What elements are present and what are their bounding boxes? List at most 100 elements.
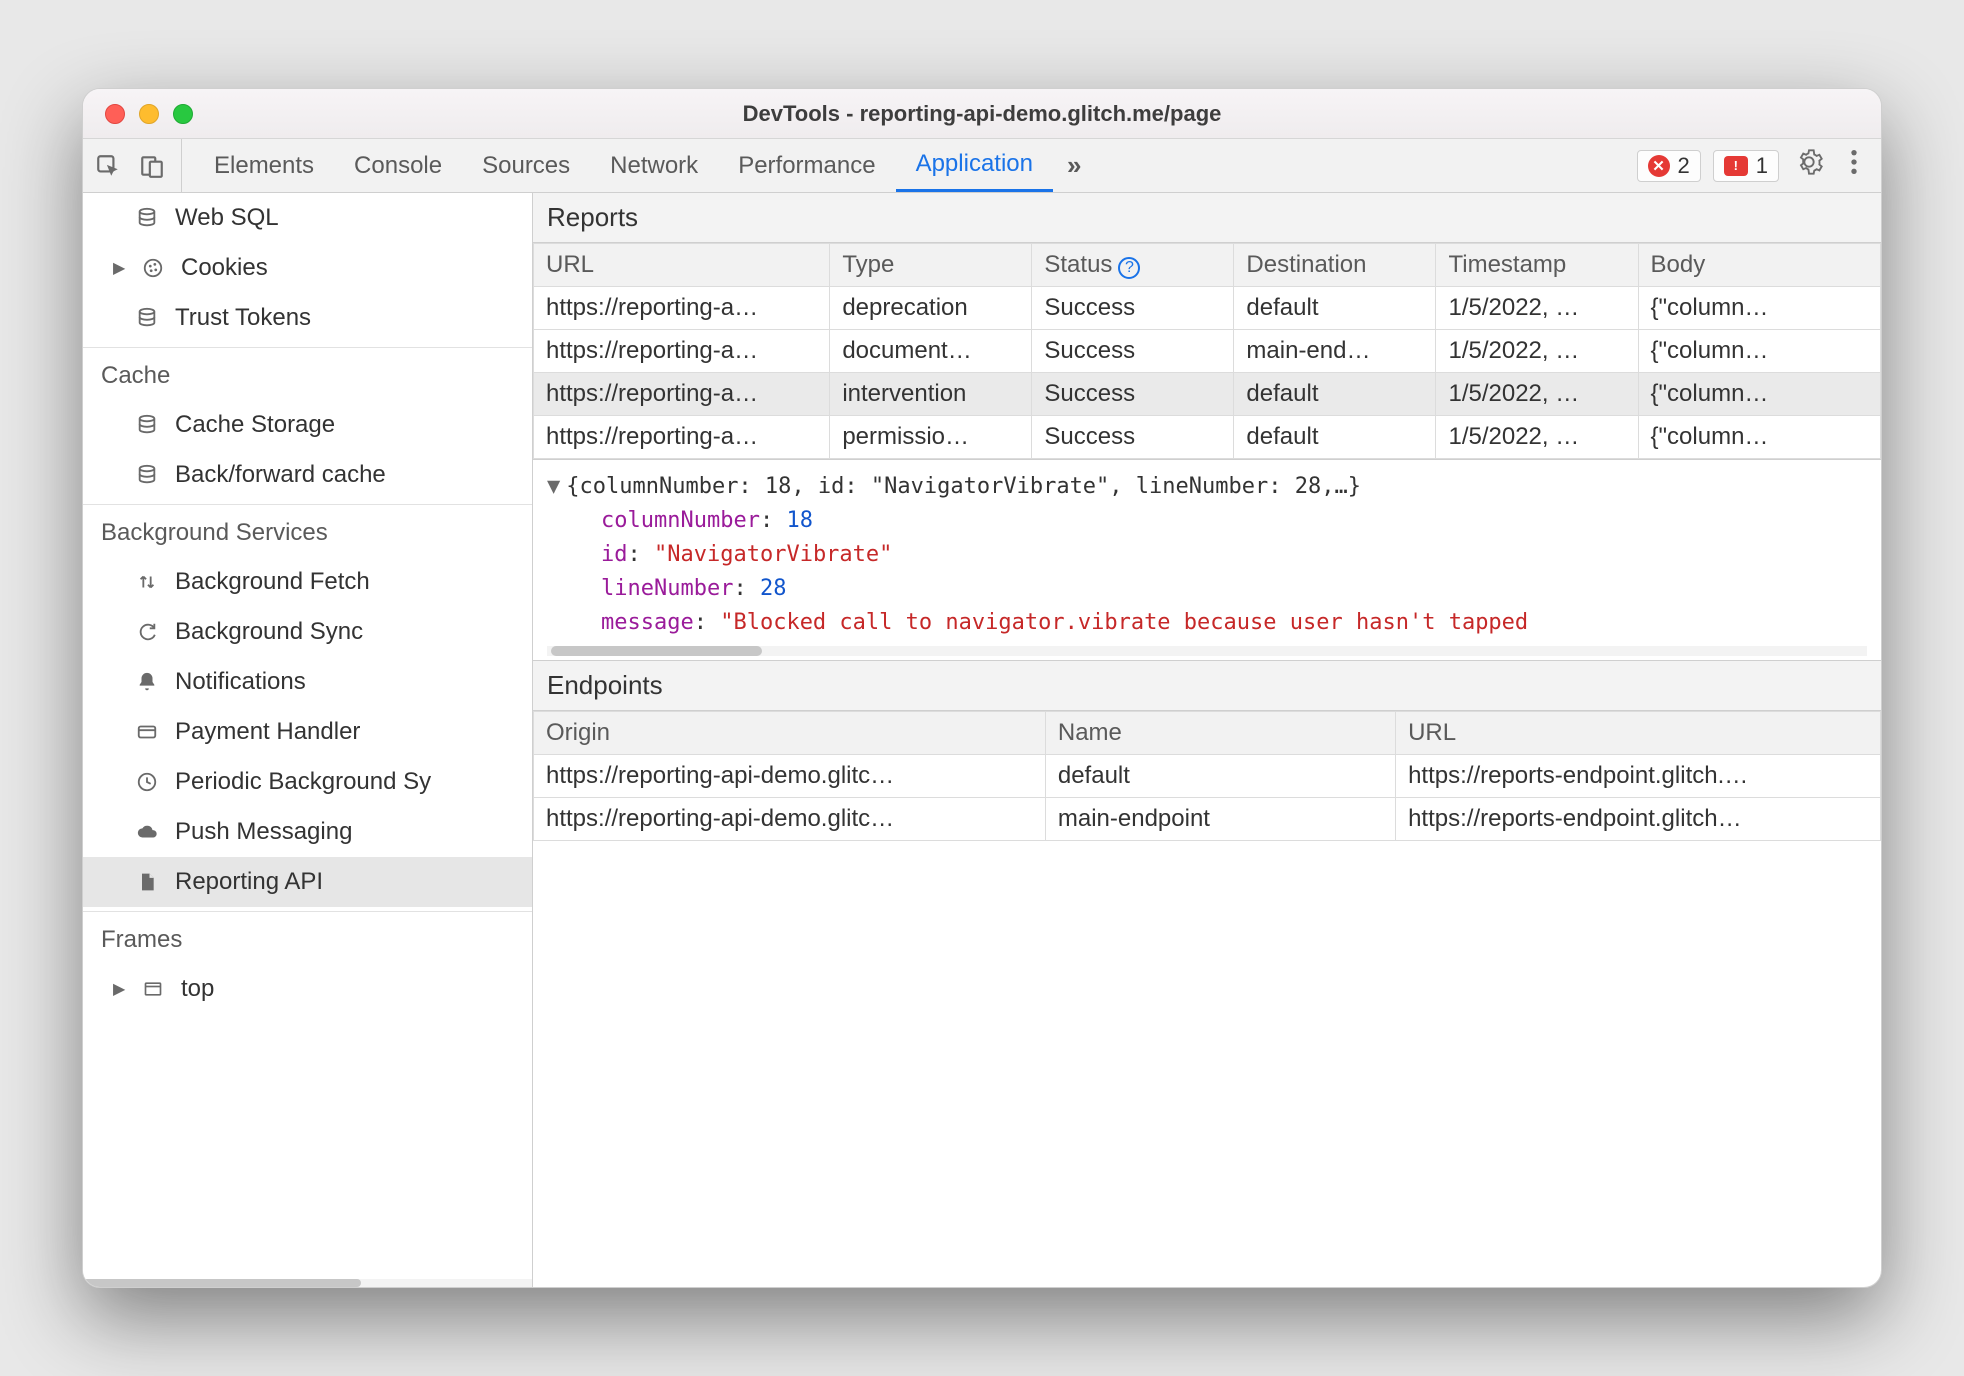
table-cell: https://reports-endpoint.glitch… — [1396, 798, 1881, 841]
table-cell: https://reporting-a… — [534, 373, 830, 416]
sidebar-item-bg-sync[interactable]: Background Sync — [83, 607, 532, 657]
issue-counter[interactable]: ! 1 — [1713, 150, 1779, 182]
devtools-toolbar: Elements Console Sources Network Perform… — [83, 139, 1881, 193]
sidebar-section-bg: Background Services — [83, 509, 532, 557]
help-icon[interactable]: ? — [1118, 257, 1140, 279]
error-count: 2 — [1678, 153, 1690, 179]
sidebar-item-notifications[interactable]: Notifications — [83, 657, 532, 707]
sidebar-item-label: Background Fetch — [175, 568, 370, 596]
sidebar-item-trust-tokens[interactable]: Trust Tokens — [83, 293, 532, 343]
table-cell: {"column… — [1638, 416, 1880, 459]
detail-horizontal-scrollbar[interactable] — [547, 646, 1867, 656]
error-counter[interactable]: ✕ 2 — [1637, 150, 1701, 182]
col-status[interactable]: Status? — [1032, 244, 1234, 287]
database-icon — [133, 414, 161, 436]
sidebar-item-bf-cache[interactable]: Back/forward cache — [83, 450, 532, 500]
table-row[interactable]: https://reporting-a…interventionSuccessd… — [534, 373, 1881, 416]
sidebar-item-periodic-sync[interactable]: Periodic Background Sy — [83, 757, 532, 807]
tab-application[interactable]: Application — [896, 139, 1053, 192]
updown-icon — [133, 571, 161, 593]
table-cell: https://reporting-api-demo.glitc… — [534, 798, 1046, 841]
sidebar-item-label: Reporting API — [175, 868, 323, 896]
col-destination[interactable]: Destination — [1234, 244, 1436, 287]
sidebar-item-cache-storage[interactable]: Cache Storage — [83, 400, 532, 450]
devtools-window: DevTools - reporting-api-demo.glitch.me/… — [82, 88, 1882, 1288]
expand-caret-icon[interactable]: ▶ — [113, 258, 127, 278]
tab-elements[interactable]: Elements — [194, 139, 334, 192]
table-cell: https://reporting-api-demo.glitc… — [534, 755, 1046, 798]
titlebar: DevTools - reporting-api-demo.glitch.me/… — [83, 89, 1881, 139]
table-row[interactable]: https://reporting-a…document…Successmain… — [534, 330, 1881, 373]
col-type[interactable]: Type — [830, 244, 1032, 287]
tab-performance[interactable]: Performance — [718, 139, 895, 192]
sidebar-item-reporting-api[interactable]: Reporting API — [83, 857, 532, 907]
sidebar-item-label: Back/forward cache — [175, 461, 386, 489]
tab-console[interactable]: Console — [334, 139, 462, 192]
sidebar-section-frames: Frames — [83, 916, 532, 964]
database-icon — [133, 207, 161, 229]
cookie-icon — [139, 257, 167, 279]
table-cell: document… — [830, 330, 1032, 373]
sidebar-item-web-sql[interactable]: Web SQL — [83, 193, 532, 243]
device-toggle-icon[interactable] — [139, 153, 165, 179]
application-sidebar: Web SQL ▶ Cookies Trust Tokens Cache Cac… — [83, 193, 533, 1287]
table-cell: https://reporting-a… — [534, 287, 830, 330]
table-cell: Success — [1032, 287, 1234, 330]
settings-gear-icon[interactable] — [1785, 148, 1833, 183]
col-body[interactable]: Body — [1638, 244, 1880, 287]
issue-icon: ! — [1724, 156, 1748, 176]
sidebar-item-label: Background Sync — [175, 618, 363, 646]
sidebar-item-payment-handler[interactable]: Payment Handler — [83, 707, 532, 757]
table-cell: 1/5/2022, … — [1436, 287, 1638, 330]
more-tabs-button[interactable]: » — [1053, 150, 1095, 181]
table-cell: {"column… — [1638, 287, 1880, 330]
sidebar-item-bg-fetch[interactable]: Background Fetch — [83, 557, 532, 607]
chevron-down-icon[interactable]: ▼ — [547, 470, 560, 504]
error-icon: ✕ — [1648, 155, 1670, 177]
sidebar-item-label: Trust Tokens — [175, 304, 311, 332]
endpoints-title: Endpoints — [533, 661, 1881, 711]
database-icon — [133, 464, 161, 486]
page-icon — [133, 871, 161, 893]
table-cell: 1/5/2022, … — [1436, 330, 1638, 373]
table-cell: {"column… — [1638, 330, 1880, 373]
clock-icon — [133, 771, 161, 793]
detail-summary-row[interactable]: ▼{columnNumber: 18, id: "NavigatorVibrat… — [547, 470, 1867, 504]
sidebar-item-push-messaging[interactable]: Push Messaging — [83, 807, 532, 857]
detail-prop: id: "NavigatorVibrate" — [547, 538, 1867, 572]
issue-count: 1 — [1756, 153, 1768, 179]
col-url[interactable]: URL — [1396, 712, 1881, 755]
bell-icon — [133, 671, 161, 693]
sidebar-horizontal-scrollbar[interactable] — [83, 1279, 532, 1287]
table-cell: default — [1234, 287, 1436, 330]
table-cell: https://reports-endpoint.glitch.… — [1396, 755, 1881, 798]
expand-caret-icon[interactable]: ▶ — [113, 979, 127, 999]
table-row[interactable]: https://reporting-a…permissio…Successdef… — [534, 416, 1881, 459]
table-cell: 1/5/2022, … — [1436, 373, 1638, 416]
col-timestamp[interactable]: Timestamp — [1436, 244, 1638, 287]
window-title: DevTools - reporting-api-demo.glitch.me/… — [83, 101, 1881, 127]
table-row[interactable]: https://reporting-a…deprecationSuccessde… — [534, 287, 1881, 330]
inspect-element-icon[interactable] — [95, 153, 121, 179]
table-cell: permissio… — [830, 416, 1032, 459]
endpoints-panel: Endpoints Origin Name URL https://report… — [533, 661, 1881, 1287]
sidebar-item-cookies[interactable]: ▶ Cookies — [83, 243, 532, 293]
col-url[interactable]: URL — [534, 244, 830, 287]
more-menu-icon[interactable] — [1839, 148, 1869, 183]
table-cell: Success — [1032, 330, 1234, 373]
tab-sources[interactable]: Sources — [462, 139, 590, 192]
table-cell: https://reporting-a… — [534, 330, 830, 373]
table-cell: {"column… — [1638, 373, 1880, 416]
sidebar-item-label: Cache Storage — [175, 411, 335, 439]
tab-network[interactable]: Network — [590, 139, 718, 192]
table-row[interactable]: https://reporting-api-demo.glitc…main-en… — [534, 798, 1881, 841]
sidebar-item-label: Cookies — [181, 254, 268, 282]
endpoints-header-row: Origin Name URL — [534, 712, 1881, 755]
table-cell: main-endpoint — [1045, 798, 1395, 841]
reports-header-row: URL Type Status? Destination Timestamp B… — [534, 244, 1881, 287]
col-origin[interactable]: Origin — [534, 712, 1046, 755]
sidebar-item-frame-top[interactable]: ▶ top — [83, 964, 532, 1014]
table-cell: Success — [1032, 416, 1234, 459]
col-name[interactable]: Name — [1045, 712, 1395, 755]
table-row[interactable]: https://reporting-api-demo.glitc…default… — [534, 755, 1881, 798]
